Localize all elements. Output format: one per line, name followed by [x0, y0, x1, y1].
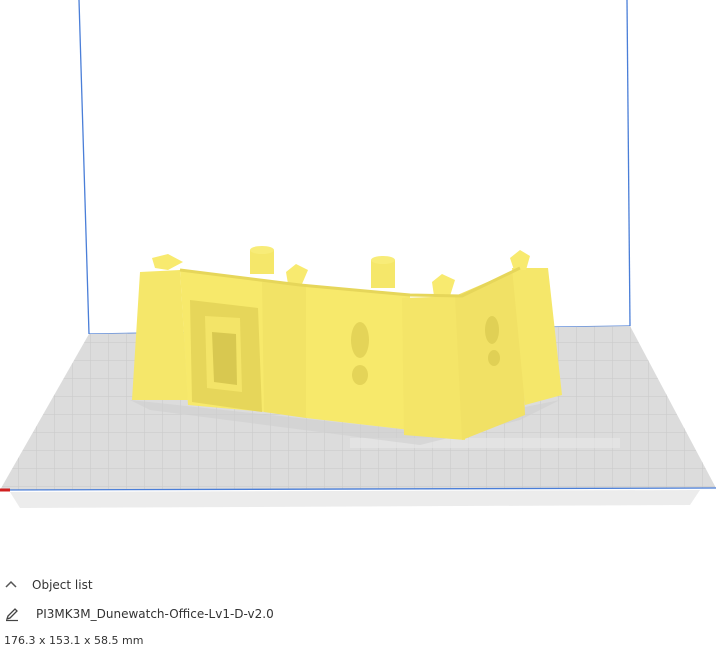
- 3d-viewport[interactable]: [0, 0, 716, 570]
- object-dimensions: 176.3 x 153.1 x 58.5 mm: [4, 633, 144, 647]
- chevron-up-icon: [5, 580, 17, 588]
- object-list-label: Object list: [32, 578, 93, 592]
- model[interactable]: [130, 246, 562, 445]
- object-list-toggle[interactable]: Object list: [4, 576, 93, 594]
- object-name: PI3MK3M_Dunewatch-Office-Lv1-D-v2.0: [36, 607, 274, 621]
- pencil-icon[interactable]: [4, 606, 20, 622]
- object-name-row: PI3MK3M_Dunewatch-Office-Lv1-D-v2.0: [4, 605, 274, 623]
